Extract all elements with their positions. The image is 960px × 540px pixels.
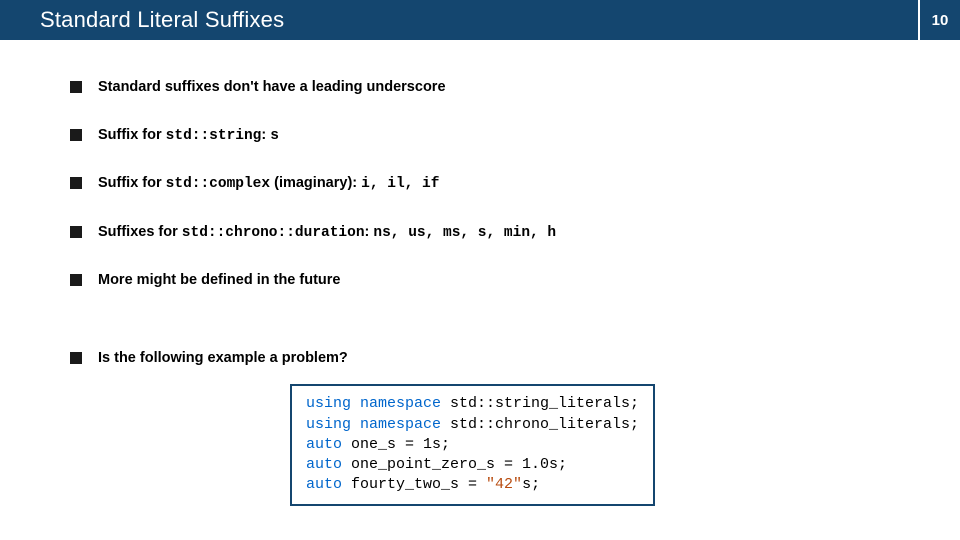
bullet-question: Is the following example a problem?: [70, 349, 960, 369]
bullet-no-underscore: Standard suffixes don't have a leading u…: [70, 78, 960, 98]
slide-title: Standard Literal Suffixes: [0, 0, 918, 40]
slide-header: Standard Literal Suffixes 10: [0, 0, 960, 40]
code-inline: i, il, if: [361, 176, 439, 192]
code-text: one_s = 1s;: [342, 436, 450, 453]
code-inline: ns, us, ms, s, min, h: [373, 225, 556, 241]
text: Suffixes for: [98, 224, 182, 240]
bullet-chrono-suffix: Suffixes for std::chrono::duration: ns, …: [70, 223, 960, 244]
keyword: using namespace: [306, 416, 441, 433]
code-inline: std::string: [166, 128, 262, 144]
code-text: one_point_zero_s = 1.0s;: [342, 456, 567, 473]
text: Suffix for: [98, 127, 166, 143]
string-literal: "42": [486, 476, 522, 493]
code-inline: s: [270, 128, 279, 144]
bullet-complex-suffix: Suffix for std::complex (imaginary): i, …: [70, 174, 960, 195]
keyword: auto: [306, 436, 342, 453]
code-text: fourty_two_s =: [342, 476, 486, 493]
code-text: s;: [522, 476, 540, 493]
text: (imaginary):: [270, 175, 361, 191]
text: :: [261, 127, 270, 143]
text: Suffix for: [98, 175, 166, 191]
keyword: auto: [306, 456, 342, 473]
bullet-list: Standard suffixes don't have a leading u…: [70, 78, 960, 368]
bullet-future: More might be defined in the future: [70, 271, 960, 291]
code-inline: std::complex: [166, 176, 270, 192]
code-text: std::string_literals;: [441, 395, 639, 412]
code-inline: std::chrono::duration: [182, 225, 365, 241]
slide-content: Standard suffixes don't have a leading u…: [0, 40, 960, 506]
keyword: auto: [306, 476, 342, 493]
code-text: std::chrono_literals;: [441, 416, 639, 433]
bullet-string-suffix: Suffix for std::string: s: [70, 126, 960, 147]
page-number: 10: [918, 0, 960, 40]
keyword: using namespace: [306, 395, 441, 412]
code-block: using namespace std::string_literals; us…: [290, 384, 655, 505]
